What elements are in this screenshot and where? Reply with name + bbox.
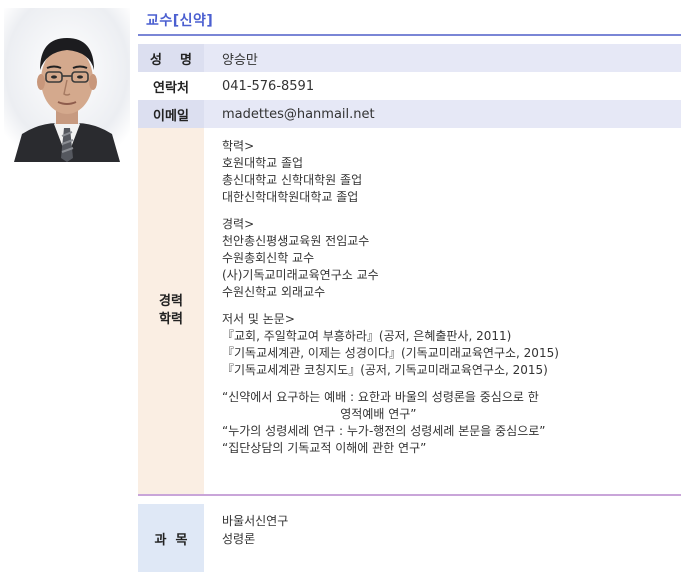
career-content: 학력> 호원대학교 졸업 총신대학교 신학대학원 졸업 대한신학대학원대학교 졸… (222, 138, 677, 467)
subject-item: 바울서신연구 (222, 514, 289, 528)
name-row: 성 명 양승만 (138, 44, 681, 72)
page-title: 교수[신약] (146, 13, 214, 29)
career-line: 『기독교세계관 코칭지도』(공저, 기독교미래교육연구소, 2015) (222, 363, 548, 377)
career-row: 경력 학력 학력> 호원대학교 졸업 총신대학교 신학대학원 졸업 대한신학대학… (138, 128, 681, 494)
contact-row: 연락처 041-576-8591 (138, 72, 681, 100)
subjects-content: 바울서신연구 성령론 (222, 512, 288, 548)
contact-label: 연락처 (138, 72, 204, 100)
career-line: 경력> (222, 217, 255, 231)
career-label-line2: 학력 (159, 312, 183, 327)
papers-group: “신약에서 요구하는 예배 : 요한과 바울의 성령론을 중심으로 한 영적예배… (222, 389, 677, 457)
career-line: 『교회, 주일학교여 부흥하라』(공저, 은혜출판사, 2011) (222, 329, 512, 343)
career-line: 대한신학대학원대학교 졸업 (222, 190, 359, 204)
subject-item: 성령론 (222, 532, 256, 546)
career-label: 경력 학력 (138, 128, 204, 494)
education-group: 학력> 호원대학교 졸업 총신대학교 신학대학원 졸업 대한신학대학원대학교 졸… (222, 138, 677, 206)
contact-value: 041-576-8591 (222, 78, 315, 94)
title-underline (138, 34, 681, 36)
career-line: 수원총회신학 교수 (222, 251, 315, 265)
section-divider (138, 494, 681, 496)
career-line: 천안총신평생교육원 전임교수 (222, 234, 370, 248)
subjects-label: 과 목 (138, 504, 204, 572)
career-line: (사)기독교미래교육연구소 교수 (222, 268, 379, 282)
email-label: 이메일 (138, 100, 204, 128)
career-line: 영적예배 연구” (222, 407, 417, 421)
profile-photo (4, 8, 130, 162)
subjects-row: 과 목 바울서신연구 성령론 (138, 504, 681, 572)
publications-group: 저서 및 논문> 『교회, 주일학교여 부흥하라』(공저, 은혜출판사, 201… (222, 311, 677, 379)
name-value: 양승만 (222, 52, 258, 68)
career-line: 호원대학교 졸업 (222, 156, 304, 170)
career-line: 총신대학교 신학대학원 졸업 (222, 173, 363, 187)
career-line: 『기독교세계관, 이제는 성경이다』(기독교미래교육연구소, 2015) (222, 346, 559, 360)
email-value[interactable]: madettes@hanmail.net (222, 100, 375, 128)
career-line: 학력> (222, 139, 255, 153)
career-label-line1: 경력 (159, 294, 183, 309)
career-line: 수원신학교 외래교수 (222, 285, 326, 299)
career-line: “신약에서 요구하는 예배 : 요한과 바울의 성령론을 중심으로 한 (222, 390, 539, 404)
career-line: 저서 및 논문> (222, 312, 295, 326)
name-label: 성 명 (138, 44, 204, 72)
career-line: “집단상담의 기독교적 이해에 관한 연구” (222, 441, 427, 455)
experience-group: 경력> 천안총신평생교육원 전임교수 수원총회신학 교수 (사)기독교미래교육연… (222, 216, 677, 301)
email-row: 이메일 madettes@hanmail.net (138, 100, 681, 128)
career-line: “누가의 성령세례 연구 : 누가-행전의 성령세례 본문을 중심으로” (222, 424, 546, 438)
